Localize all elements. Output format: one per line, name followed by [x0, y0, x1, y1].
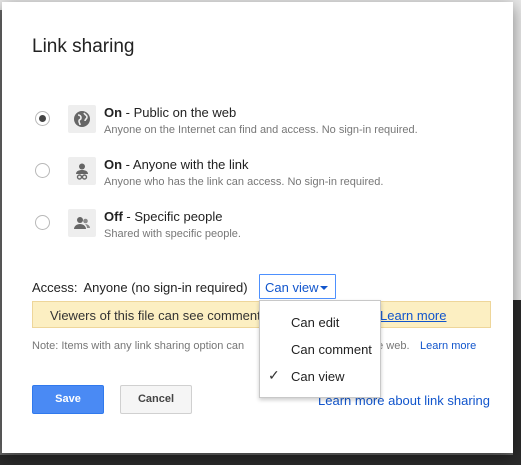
people-icon: [68, 209, 96, 237]
globe-icon: [68, 105, 96, 133]
access-label: Access:: [32, 280, 78, 295]
radio-specific-people[interactable]: [35, 215, 50, 230]
permission-value: Can view: [265, 280, 319, 295]
notice-learn-more-link[interactable]: Learn more: [380, 308, 446, 323]
background-panel: [513, 0, 521, 300]
option-title: On - Public on the web: [104, 105, 237, 120]
option-title: Off - Specific people: [104, 209, 223, 224]
option-specific-people[interactable]: Off - Specific people Shared with specif…: [35, 209, 495, 249]
background-strip: [513, 300, 521, 455]
checkmark-icon: ✓: [268, 367, 280, 383]
background-strip: [0, 455, 521, 465]
option-public-on-web[interactable]: On - Public on the web Anyone on the Int…: [35, 105, 495, 145]
cancel-button[interactable]: Cancel: [120, 385, 192, 414]
access-row: Access: Anyone (no sign-in required): [32, 280, 248, 295]
permission-menu: Can edit Can comment ✓ Can view: [259, 300, 381, 398]
dialog-title: Link sharing: [32, 36, 135, 57]
save-button[interactable]: Save: [32, 385, 104, 414]
link-person-icon: [68, 157, 96, 185]
option-anyone-with-link[interactable]: On - Anyone with the link Anyone who has…: [35, 157, 495, 197]
link-sharing-dialog: Link sharing On - Public on the web Anyo…: [2, 2, 513, 453]
option-description: Anyone who has the link can access. No s…: [104, 176, 384, 188]
access-who: Anyone (no sign-in required): [83, 280, 248, 295]
menu-item-can-edit[interactable]: Can edit: [260, 309, 380, 335]
note-learn-more-link[interactable]: Learn more: [420, 340, 476, 352]
option-description: Shared with specific people.: [104, 228, 241, 240]
caret-down-icon: [320, 286, 328, 290]
note-text: Note: Items with any link sharing option…: [32, 340, 245, 352]
notice-text: Viewers of this file can see comment: [50, 308, 261, 323]
menu-item-can-view[interactable]: ✓ Can view: [260, 363, 380, 389]
option-description: Anyone on the Internet can find and acce…: [104, 124, 418, 136]
permission-dropdown[interactable]: Can view: [259, 274, 336, 299]
menu-item-can-comment[interactable]: Can comment: [260, 336, 380, 362]
radio-anyone-with-link[interactable]: [35, 163, 50, 178]
radio-public-on-web[interactable]: [35, 111, 50, 126]
option-title: On - Anyone with the link: [104, 157, 249, 172]
